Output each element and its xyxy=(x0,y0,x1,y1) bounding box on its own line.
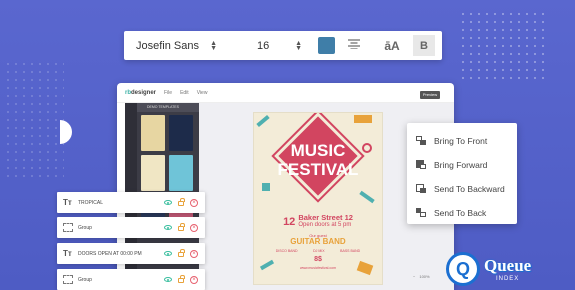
poster-open-text: Open doors at 5 pm xyxy=(298,222,352,228)
dot-pattern xyxy=(459,10,549,80)
menu-item-label: Bring Forward xyxy=(434,160,488,170)
templates-header: DEMO TEMPLATES xyxy=(137,103,199,112)
lock-icon[interactable] xyxy=(178,198,185,206)
menu-item-bring-forward[interactable]: Bring Forward xyxy=(407,153,517,177)
delete-icon[interactable]: × xyxy=(190,223,198,232)
font-family-stepper-icon[interactable]: ▲ ▼ xyxy=(210,40,217,52)
align-center-icon[interactable] xyxy=(335,39,373,52)
group-layer-icon xyxy=(63,275,73,284)
poster-website: www.musicfestival.com xyxy=(300,266,336,270)
decor-shape xyxy=(359,190,375,204)
eye-icon[interactable] xyxy=(164,200,172,205)
bring-forward-icon xyxy=(416,160,427,170)
decor-shape xyxy=(256,114,270,128)
poster-day: 12 xyxy=(283,215,296,228)
menu-file[interactable]: File xyxy=(164,90,172,96)
bring-to-front-icon xyxy=(416,136,427,146)
app-header: rbdesigner File Edit View xyxy=(117,83,454,103)
template-thumbnail[interactable] xyxy=(141,115,165,151)
font-size-select[interactable]: 16 ▲ ▼ xyxy=(227,40,312,52)
text-case-button[interactable]: āA xyxy=(373,39,411,53)
layer-row[interactable]: Tт DOORS OPEN AT 00:00 PM × xyxy=(57,243,205,264)
eye-icon[interactable] xyxy=(164,277,172,282)
layer-name: DOORS OPEN AT 00:00 PM xyxy=(78,250,142,257)
text-toolbar: Josefin Sans ▲ ▼ 16 ▲ ▼ āA B xyxy=(124,31,442,60)
decor-shape xyxy=(354,115,372,123)
color-swatch[interactable] xyxy=(318,37,335,54)
menu-item-send-to-back[interactable]: Send To Back xyxy=(407,201,517,225)
delete-icon[interactable]: × xyxy=(190,198,198,207)
poster-genre: BASS BAND xyxy=(340,249,361,253)
eye-icon[interactable] xyxy=(164,225,172,230)
poster-genres: DISCO BAND DJ MIX BASS BAND xyxy=(254,249,382,253)
font-size-stepper-icon[interactable]: ▲ ▼ xyxy=(295,40,302,52)
decor-shape xyxy=(262,183,270,191)
font-size-value: 16 xyxy=(257,39,270,52)
poster-price: 8$ xyxy=(314,256,322,263)
lock-icon[interactable] xyxy=(178,223,185,231)
poster-address: Baker Street 12 xyxy=(298,213,353,222)
poster-title-line2: FESTIVAL xyxy=(277,160,359,179)
template-thumbnail[interactable] xyxy=(169,115,193,151)
dot-pattern xyxy=(4,60,64,180)
poster-title-line1: MUSIC xyxy=(290,141,346,160)
decorative-half-circle xyxy=(60,120,72,144)
font-family-select[interactable]: Josefin Sans ▲ ▼ xyxy=(124,40,227,52)
brand-name: Queue xyxy=(484,256,532,275)
poster-genre: DJ MIX xyxy=(313,249,325,253)
app-logo: rbdesigner xyxy=(125,89,157,96)
menu-item-bring-to-front[interactable]: Bring To Front xyxy=(407,129,517,153)
menu-item-label: Send To Back xyxy=(434,208,487,218)
template-thumbnail[interactable] xyxy=(169,155,193,191)
lock-icon[interactable] xyxy=(178,249,185,257)
send-to-back-icon xyxy=(416,208,427,218)
group-layer-icon xyxy=(63,223,73,232)
arrange-context-menu: Bring To Front Bring Forward Send To Bac… xyxy=(407,123,517,224)
send-backward-icon xyxy=(416,184,427,194)
text-layer-icon: Tт xyxy=(63,249,72,258)
queue-index-logo: Q Queue INDEX xyxy=(446,252,531,286)
menu-edit[interactable]: Edit xyxy=(180,90,189,96)
poster-band: GUITAR BAND xyxy=(290,237,346,246)
layer-row[interactable]: Tт TROPICAL × xyxy=(57,192,205,213)
layer-name: Group xyxy=(78,224,92,231)
template-thumbnail[interactable] xyxy=(141,155,165,191)
poster-date-row: 12 Baker Street 12 Open doors at 5 pm xyxy=(254,214,382,229)
menu-item-label: Bring To Front xyxy=(434,136,488,146)
font-family-value: Josefin Sans xyxy=(136,39,199,52)
zoom-control[interactable]: −100% xyxy=(413,274,430,279)
menu-item-send-backward[interactable]: Send To Backward xyxy=(407,177,517,201)
lock-icon[interactable] xyxy=(178,275,185,283)
text-layer-icon: Tт xyxy=(63,198,72,207)
layer-name: Group xyxy=(78,276,92,283)
poster-genre: DISCO BAND xyxy=(275,249,298,253)
delete-icon[interactable]: × xyxy=(190,275,198,284)
delete-icon[interactable]: × xyxy=(190,249,198,258)
bold-button[interactable]: B xyxy=(413,35,435,56)
layer-name: TROPICAL xyxy=(78,199,104,206)
menu-view[interactable]: View xyxy=(197,90,208,96)
zoom-minus-icon[interactable]: − xyxy=(413,274,415,279)
menu-item-label: Send To Backward xyxy=(434,184,505,194)
brand-subtitle: INDEX xyxy=(495,276,520,282)
poster-artboard[interactable]: MUSIC FESTIVAL 12 Baker Street 12 Open d… xyxy=(254,113,382,284)
layer-row[interactable]: Group × xyxy=(57,269,205,290)
layer-row[interactable]: Group × xyxy=(57,217,205,238)
eye-icon[interactable] xyxy=(164,251,172,256)
layers-panel: Tт TROPICAL × Group × Tт DOORS OPEN AT 0… xyxy=(57,192,205,290)
magnifier-q-icon: Q xyxy=(446,252,480,286)
preview-button[interactable]: Preview xyxy=(420,91,440,99)
zoom-value: 100% xyxy=(419,274,430,279)
